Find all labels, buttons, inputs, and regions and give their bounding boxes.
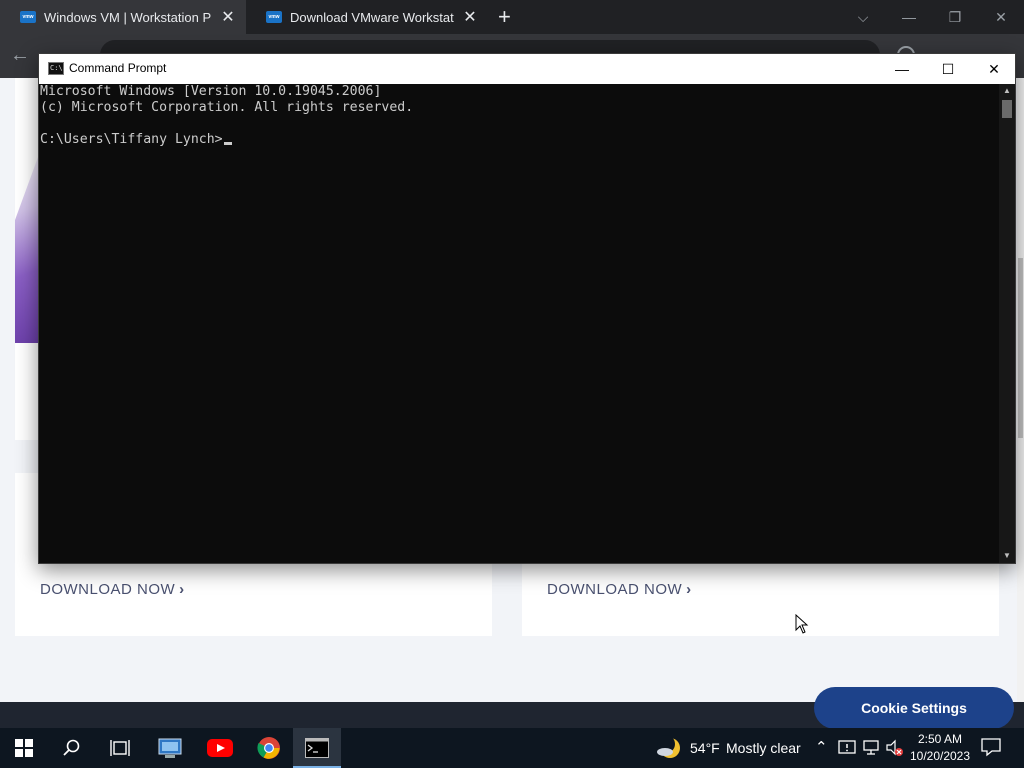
browser-restore-icon[interactable]: ❐ <box>932 0 978 34</box>
weather-temperature[interactable]: 54°F <box>690 740 720 756</box>
browser-minimize-icon[interactable]: — <box>886 0 932 34</box>
scrollbar-thumb[interactable] <box>1018 258 1023 438</box>
tab-close-icon[interactable]: ✕ <box>462 7 478 27</box>
vmware-favicon-icon: vmw <box>266 11 282 23</box>
control-panel-icon <box>158 738 182 758</box>
scroll-down-arrow-icon[interactable]: ▼ <box>999 549 1015 563</box>
taskbar-app-command-prompt[interactable] <box>293 728 341 768</box>
system-clock[interactable]: 2:50 AM 10/20/2023 <box>904 731 976 765</box>
cmd-app-icon: C:\ <box>48 62 64 75</box>
task-view-button[interactable] <box>96 728 144 768</box>
weather-description[interactable]: Mostly clear <box>726 740 801 756</box>
tab-title: Download VMware Workstation <box>290 9 454 25</box>
clock-date: 10/20/2023 <box>909 749 971 763</box>
browser-tab-windows-vm[interactable]: vmw Windows VM | Workstation Pro | ✕ <box>0 0 246 34</box>
command-prompt-window[interactable]: C:\ Command Prompt — ☐ ✕ Microsoft Windo… <box>38 53 1016 564</box>
download-now-link[interactable]: DOWNLOAD NOW › <box>547 581 692 598</box>
search-button[interactable] <box>48 728 96 768</box>
text-cursor <box>223 142 232 145</box>
cookie-settings-button[interactable]: Cookie Settings <box>814 687 1014 729</box>
browser-tab-bar: vmw Windows VM | Workstation Pro | ✕ vmw… <box>0 0 1024 34</box>
weather-moon-icon <box>657 735 680 758</box>
clock-time: 2:50 AM <box>917 732 963 746</box>
task-view-icon <box>110 740 130 756</box>
notification-center-icon[interactable] <box>980 736 1002 758</box>
page-scrollbar[interactable] <box>1017 78 1024 702</box>
tab-search-chevron-icon[interactable]: ⌵ <box>840 0 886 34</box>
cmd-title-bar[interactable]: C:\ Command Prompt — ☐ ✕ <box>39 54 1015 84</box>
chevron-right-icon: › <box>179 581 185 598</box>
maximize-icon[interactable]: ☐ <box>925 54 971 84</box>
vmware-favicon-icon: vmw <box>20 11 36 23</box>
search-icon <box>63 739 80 756</box>
console-line: Microsoft Windows [Version 10.0.19045.20… <box>40 84 382 99</box>
chevron-right-icon: › <box>686 581 692 598</box>
console-prompt-line: C:\Users\Tiffany Lynch> <box>40 132 999 148</box>
windows-taskbar: 54°F Mostly clear ⌃ 2:50 AM 10/20/2023 <box>0 728 1024 768</box>
windows-logo-icon <box>15 739 33 757</box>
download-now-link[interactable]: DOWNLOAD NOW › <box>40 581 185 598</box>
back-arrow-icon[interactable]: ← <box>10 44 30 67</box>
taskbar-app-youtube[interactable] <box>196 728 244 768</box>
scroll-up-arrow-icon[interactable]: ▲ <box>999 84 1015 98</box>
window-title: Command Prompt <box>69 61 167 75</box>
security-alert-icon[interactable] <box>838 740 856 756</box>
youtube-icon <box>207 739 233 757</box>
scrollbar-thumb[interactable] <box>1002 100 1012 118</box>
console-line: (c) Microsoft Corporation. All rights re… <box>40 100 414 115</box>
cmd-icon <box>305 738 329 758</box>
link-label: DOWNLOAD NOW <box>547 581 683 598</box>
link-label: DOWNLOAD NOW <box>40 581 176 598</box>
network-icon[interactable] <box>862 740 880 756</box>
chrome-icon <box>257 737 280 759</box>
prompt-text: C:\Users\Tiffany Lynch> <box>40 132 223 147</box>
minimize-icon[interactable]: — <box>879 54 925 84</box>
chevron-up-icon[interactable]: ⌃ <box>815 738 828 756</box>
new-tab-button[interactable]: + <box>498 4 511 30</box>
console-scrollbar[interactable]: ▲ ▼ <box>999 84 1015 563</box>
tab-close-icon[interactable]: ✕ <box>220 7 236 27</box>
volume-muted-icon[interactable] <box>885 739 903 757</box>
start-button[interactable] <box>0 728 48 768</box>
taskbar-app-chrome[interactable] <box>245 728 293 768</box>
browser-close-icon[interactable]: ✕ <box>978 0 1024 34</box>
browser-tab-download-vmware[interactable]: vmw Download VMware Workstation ✕ <box>246 0 488 34</box>
mouse-pointer-icon <box>795 614 809 634</box>
tab-title: Windows VM | Workstation Pro | <box>44 9 212 25</box>
console-output[interactable]: Microsoft Windows [Version 10.0.19045.20… <box>39 84 999 563</box>
taskbar-app-control-panel[interactable] <box>146 728 194 768</box>
close-icon[interactable]: ✕ <box>971 54 1017 84</box>
